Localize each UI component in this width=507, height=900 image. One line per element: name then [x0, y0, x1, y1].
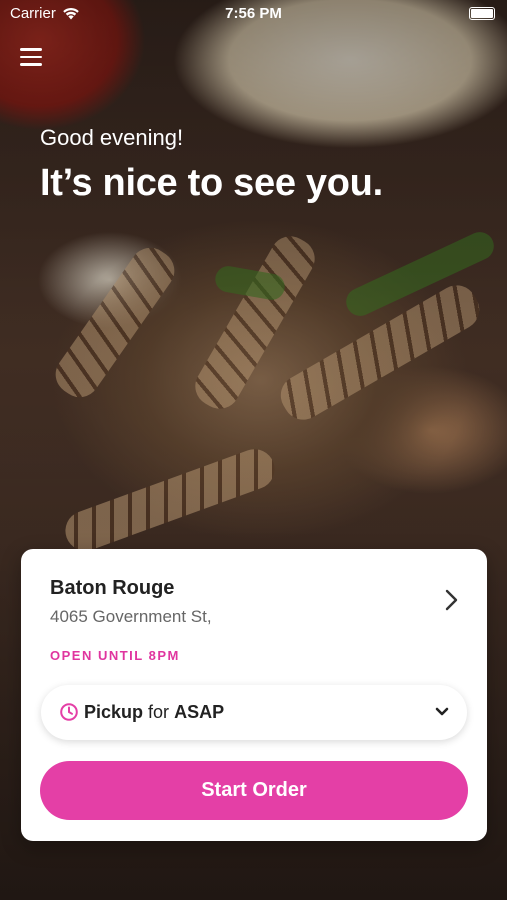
start-order-button[interactable]: Start Order: [40, 761, 468, 820]
store-name[interactable]: Baton Rouge: [50, 577, 174, 600]
store-card: Baton Rouge 4065 Government St, OPEN UNT…: [21, 549, 487, 841]
greeting-text: Good evening!: [40, 125, 184, 150]
page-title: It’s nice to see you.: [40, 162, 383, 204]
store-address[interactable]: 4065 Government St,: [50, 607, 212, 627]
clock-icon: [60, 703, 78, 721]
pickup-time: ASAP: [174, 702, 225, 722]
chevron-right-icon[interactable]: [445, 589, 459, 611]
pickup-summary: Pickup for ASAP: [84, 702, 224, 723]
store-hours-badge: OPEN UNTIL 8PM: [50, 648, 180, 663]
pickup-time-selector[interactable]: Pickup for ASAP: [41, 685, 467, 740]
battery-icon: [469, 7, 495, 20]
screen: Carrier 7:56 PM Good evening! It’s nice …: [0, 0, 507, 900]
status-bar: Carrier 7:56 PM: [0, 0, 507, 28]
pickup-mode: Pickup: [84, 702, 144, 722]
pickup-connector: for: [148, 702, 170, 722]
chevron-down-icon: [435, 707, 449, 716]
menu-icon[interactable]: [20, 48, 42, 66]
status-time: 7:56 PM: [225, 5, 282, 22]
